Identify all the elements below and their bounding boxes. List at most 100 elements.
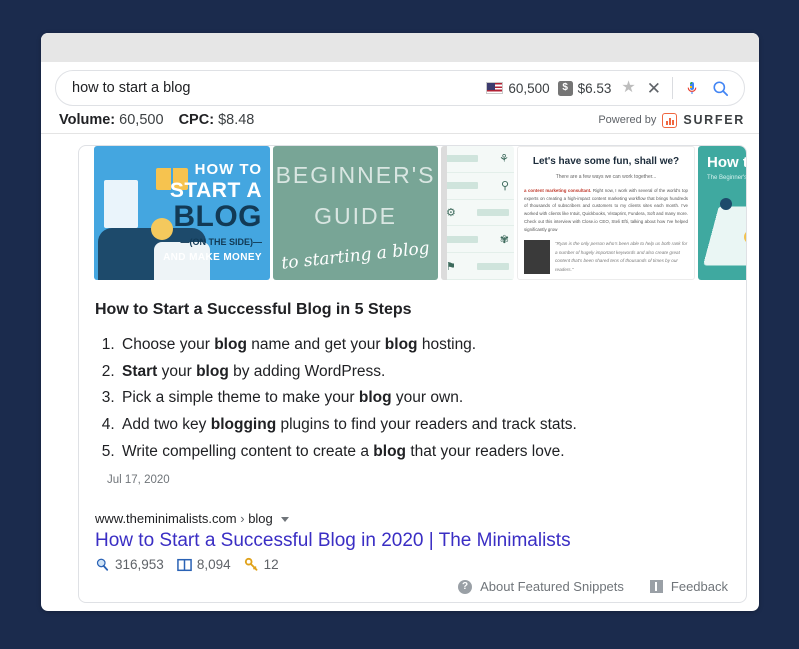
- feedback-label: Feedback: [670, 579, 728, 594]
- deco-shape: [720, 198, 732, 210]
- surfer-chart-icon: [662, 112, 678, 128]
- step-text: Write compelling content to create a: [122, 442, 374, 460]
- thumbnail-image-1[interactable]: HOW TO START A BLOG —(ON THE SIDE)— AND …: [94, 146, 270, 280]
- list-item: Write compelling content to create a blo…: [119, 439, 730, 466]
- thumb4-subheading: There are a few ways we can work togethe…: [555, 174, 657, 180]
- result-path: blog: [248, 511, 273, 527]
- powered-by-surfer: Powered by SURFER: [598, 112, 745, 128]
- open-book-illustration: [703, 206, 746, 266]
- volume-label: Volume:: [59, 112, 116, 128]
- quote-avatar: [524, 240, 550, 275]
- thumb2-line3: to starting a blog: [280, 238, 431, 274]
- volume-cpc-text: Volume: 60,500 CPC: $8.48: [59, 112, 254, 128]
- browser-window: how to start a blog 60,500 $ $6.53 ★ ✕ V…: [41, 33, 759, 611]
- volume-value: 60,500: [119, 112, 164, 128]
- thumb4-quote: "Ryan is the only person who's been able…: [555, 241, 688, 272]
- thumbnail-image-5[interactable]: How to Start The Beginner's Guide to Suc…: [698, 146, 746, 280]
- thumbnail-image-4[interactable]: Let's have some fun, shall we? There are…: [517, 146, 695, 280]
- thumb4-quote-block: "Ryan is the only person who's been able…: [524, 240, 688, 275]
- snippet-steps-list: Choose your blog name and get your blog …: [95, 332, 730, 465]
- step-keyword: blogging: [210, 415, 277, 433]
- url-separator: ›: [240, 511, 245, 527]
- thumb1-line1: HOW TO: [194, 161, 262, 178]
- thumbnail-image-3[interactable]: ⚘ ⚲ ⚙ ✾ ⚑: [441, 146, 514, 280]
- metric-value: 12: [263, 557, 279, 573]
- thumb2-line2: GUIDE: [314, 203, 397, 229]
- list-item: Add two key blogging plugins to find you…: [119, 412, 730, 439]
- result-domain: www.theminimalists.com: [95, 511, 237, 527]
- metric-keywords: 12: [244, 557, 279, 572]
- question-mark-icon: ?: [458, 579, 473, 594]
- thumb5-line2: The Beginner's Guide to Success: [707, 175, 746, 181]
- book-icon: [177, 558, 192, 572]
- step-text: your own.: [391, 389, 464, 407]
- about-label: About Featured Snippets: [480, 579, 624, 594]
- list-item: Choose your blog name and get your blog …: [119, 332, 730, 359]
- cpc-chip: $ $6.53: [557, 80, 612, 96]
- surfer-metrics-bar: Volume: 60,500 CPC: $8.48 Powered by SUR…: [41, 106, 759, 134]
- step-text: Pick a simple theme to make your: [122, 389, 359, 407]
- magnifier-icon: [95, 557, 110, 572]
- volume-chip-value: 60,500: [508, 80, 550, 96]
- timeline-row: ⚘: [441, 146, 514, 173]
- thumbnail-image-2[interactable]: BEGINNER'S GUIDE to starting a blog: [273, 146, 438, 280]
- microphone-icon[interactable]: [684, 78, 700, 98]
- search-box[interactable]: how to start a blog 60,500 $ $6.53 ★ ✕: [55, 70, 745, 106]
- step-text: by adding WordPress.: [228, 362, 386, 380]
- feedback-link[interactable]: Feedback: [649, 579, 728, 594]
- metric-value: 316,953: [115, 557, 164, 573]
- search-row: how to start a blog 60,500 $ $6.53 ★ ✕: [41, 62, 759, 106]
- dollar-badge-icon: $: [557, 80, 573, 96]
- thumb1-line4: —(ON THE SIDE)—: [180, 237, 262, 247]
- timeline-row: ⚙: [441, 200, 514, 227]
- list-item: Pick a simple theme to make your blog yo…: [119, 385, 730, 412]
- search-divider: [672, 77, 673, 99]
- step-keyword: blog: [384, 336, 418, 353]
- about-featured-snippets-link[interactable]: ? About Featured Snippets: [458, 579, 624, 594]
- thumb4-heading: Let's have some fun, shall we?: [532, 156, 680, 167]
- snippet-footer: ? About Featured Snippets Feedback: [458, 579, 746, 594]
- step-keyword: blog: [196, 362, 229, 380]
- result-url[interactable]: www.theminimalists.com › blog: [95, 511, 730, 526]
- thumb1-line3: BLOG: [173, 200, 262, 233]
- thumb2-line1: BEGINNER'S: [275, 162, 436, 188]
- metric-words: 8,094: [177, 557, 231, 572]
- powered-by-label: Powered by: [598, 114, 657, 126]
- metric-search-volume: 316,953: [95, 557, 164, 572]
- timeline-row: ✾: [441, 226, 514, 254]
- search-icon[interactable]: [711, 79, 730, 98]
- monitor-shape: [104, 180, 138, 228]
- cpc-label: CPC:: [178, 112, 215, 128]
- feedback-flag-icon: [649, 580, 663, 593]
- step-text: name and get your: [246, 336, 385, 353]
- search-input[interactable]: how to start a blog: [72, 80, 478, 96]
- step-text: that your readers love.: [406, 442, 565, 460]
- list-item: Start your blog by adding WordPress.: [119, 359, 730, 386]
- step-keyword: blog: [214, 336, 247, 353]
- thumb1-line5: AND MAKE MONEY: [163, 252, 262, 263]
- thumb4-body: Right now, I work with several of the wo…: [524, 188, 689, 232]
- result-metrics: 316,953 8,094 12: [95, 557, 730, 572]
- thumb4-paragraph: a content marketing consultant. Right no…: [524, 187, 688, 233]
- step-text: your: [157, 362, 197, 380]
- step-keyword: Start: [122, 362, 158, 380]
- timeline-row: ⚲: [441, 173, 514, 200]
- thumbnail-1-text: HOW TO START A BLOG —(ON THE SIDE)— AND …: [163, 162, 262, 263]
- cpc-chip-value: $6.53: [577, 80, 612, 96]
- snippet-title: How to Start a Successful Blog in 5 Step…: [95, 301, 412, 318]
- star-icon[interactable]: ★: [621, 80, 635, 96]
- featured-snippet-card: HOW TO START A BLOG —(ON THE SIDE)— AND …: [78, 145, 747, 603]
- snippet-body: How to Start a Successful Blog in 5 Step…: [79, 301, 746, 572]
- metric-value: 8,094: [196, 557, 231, 573]
- us-flag-icon: [486, 82, 504, 94]
- step-text: Choose your: [122, 336, 215, 353]
- close-icon[interactable]: ✕: [647, 80, 661, 97]
- chevron-down-icon[interactable]: [281, 517, 290, 523]
- result-title-link[interactable]: How to Start a Successful Blog in 2020 |…: [95, 529, 730, 553]
- step-text: Add two key: [122, 415, 211, 433]
- surfer-brand-label: SURFER: [683, 113, 745, 127]
- thumb4-lead: a content marketing consultant.: [524, 188, 592, 193]
- cpc-value: $8.48: [218, 112, 255, 128]
- thumb1-line2: START A: [169, 179, 262, 202]
- step-keyword: blog: [358, 389, 392, 407]
